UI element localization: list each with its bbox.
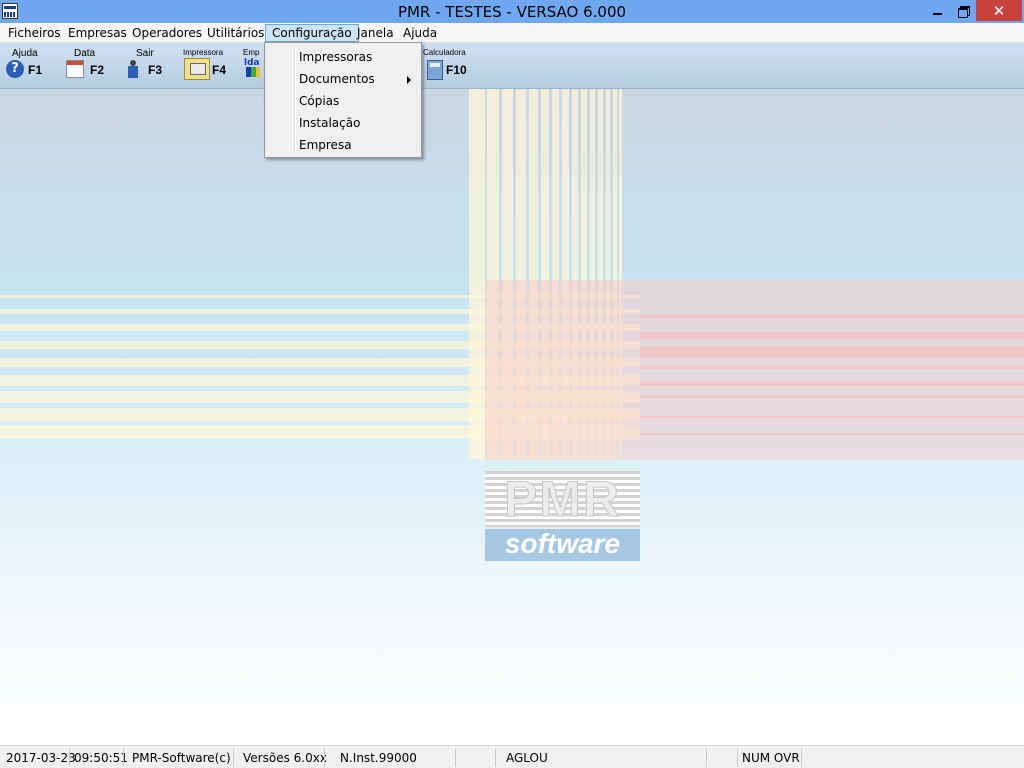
exit-button[interactable]: Sair F3 <box>124 46 168 86</box>
decor-stripe <box>640 416 1024 418</box>
menu-ficheiros[interactable]: Ficheiros <box>2 24 67 42</box>
logo-brand: PMR <box>485 471 640 528</box>
decor-stripe <box>640 332 1024 339</box>
menu-item-empresa[interactable]: Empresa <box>267 134 419 156</box>
menu-item-copias[interactable]: Cópias <box>267 90 419 112</box>
status-separator <box>706 749 707 767</box>
calculator-button[interactable]: Calculadora F10 <box>422 46 472 86</box>
calendar-icon <box>66 60 84 78</box>
calculator-key: F10 <box>446 63 467 77</box>
date-button[interactable]: Data F2 <box>64 46 110 86</box>
status-install: N.Inst.99000 <box>340 751 417 765</box>
status-time: 09:50:51 <box>74 751 128 765</box>
status-separator <box>69 749 70 767</box>
decor-stripe <box>640 347 1024 357</box>
minimize-icon <box>932 12 942 15</box>
help-label: Ajuda <box>12 48 38 59</box>
status-keys: NUM OVR <box>742 751 800 765</box>
calculator-label: Calculadora <box>423 48 466 57</box>
company-label: Emp <box>243 48 260 57</box>
restore-icon <box>958 6 970 18</box>
status-separator <box>233 749 234 767</box>
exit-icon <box>126 60 142 78</box>
status-separator <box>455 749 456 767</box>
menu-utilitarios[interactable]: Utilitários <box>201 24 270 42</box>
minimize-button[interactable] <box>924 0 950 21</box>
printer-button[interactable]: Impressora F4 <box>182 46 232 86</box>
date-label: Data <box>74 48 96 59</box>
exit-key: F3 <box>148 63 163 77</box>
decor-stripe <box>640 433 1024 435</box>
menu-item-instalacao[interactable]: Instalação <box>267 112 419 134</box>
title-bar: PMR - TESTES - VERSAO 6.000 ✕ <box>0 0 1024 23</box>
decor-stripe <box>469 89 485 459</box>
menu-item-documentos-label: Documentos <box>299 72 375 86</box>
status-separator <box>495 749 496 767</box>
submenu-arrow-icon <box>407 76 411 84</box>
menu-configuracao[interactable]: Configuração <box>265 24 359 42</box>
pmr-software-logo: PMR software <box>485 471 640 561</box>
status-bar: 2017-03-23 09:50:51 PMR-Software(c) Vers… <box>0 745 1024 768</box>
window-title: PMR - TESTES - VERSAO 6.000 <box>397 3 627 21</box>
status-separator <box>324 749 325 767</box>
status-date: 2017-03-23 <box>6 751 76 765</box>
status-company: PMR-Software(c) <box>132 751 231 765</box>
status-user: AGLOU <box>506 751 548 765</box>
status-versions: Versões 6.0xx <box>243 751 327 765</box>
workspace-background: PMR software <box>0 89 1024 745</box>
toolbar: Ajuda ? F1 Data F2 Sair F3 Impressora F4… <box>0 43 1024 89</box>
decor-stripe <box>640 395 1024 398</box>
status-separator <box>801 749 802 767</box>
help-icon: ? <box>6 60 24 78</box>
printer-key: F4 <box>212 63 227 77</box>
menu-operadores[interactable]: Operadores <box>126 24 208 42</box>
menu-bar: Ficheiros Empresas Operadores Utilitário… <box>0 23 1024 43</box>
date-key: F2 <box>90 63 105 77</box>
calculator-icon <box>427 60 443 80</box>
menu-empresas[interactable]: Empresas <box>62 24 133 42</box>
exit-label: Sair <box>136 48 154 59</box>
decor-stripe <box>640 315 1024 318</box>
logo-tagline: software <box>485 529 640 561</box>
configuracao-dropdown: Impressoras Documentos Cópias Instalação… <box>264 42 422 158</box>
help-key: F1 <box>28 63 43 77</box>
printer-label: Impressora <box>183 48 224 57</box>
printer-icon <box>184 58 210 80</box>
status-separator <box>737 749 738 767</box>
status-separator <box>123 749 124 767</box>
decor-stripe <box>640 365 1024 369</box>
close-button[interactable]: ✕ <box>976 0 1022 21</box>
menu-item-documentos[interactable]: Documentos <box>267 68 419 90</box>
menu-janela[interactable]: Janela <box>351 24 400 42</box>
restore-button[interactable] <box>950 0 976 21</box>
close-icon: ✕ <box>992 1 1006 20</box>
company-icon <box>244 58 264 80</box>
menu-item-impressoras[interactable]: Impressoras <box>267 46 419 68</box>
menu-ajuda[interactable]: Ajuda <box>397 24 443 42</box>
help-button[interactable]: Ajuda ? F1 <box>4 46 48 86</box>
decor-stripe <box>640 381 1024 386</box>
company-button[interactable]: Emp <box>242 46 266 86</box>
